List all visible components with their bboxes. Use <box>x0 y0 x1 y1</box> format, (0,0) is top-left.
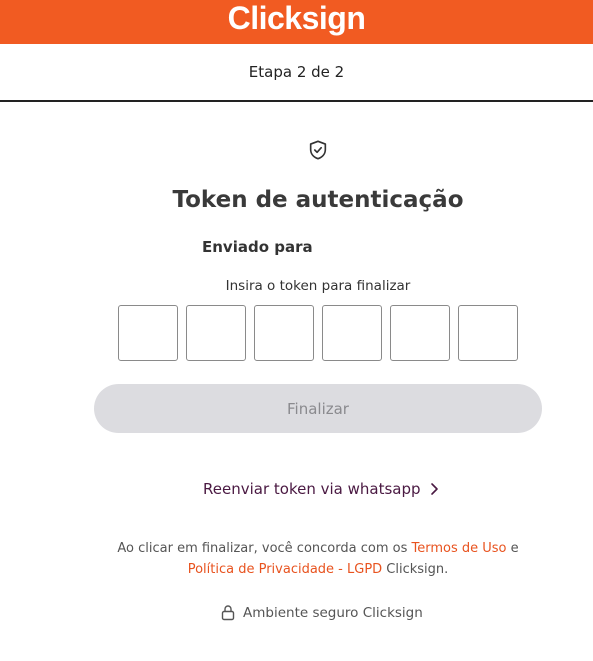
legal-text-3: Clicksign. <box>382 562 449 577</box>
shield-check-icon <box>309 140 327 160</box>
sent-to-label: Enviado para <box>202 238 313 256</box>
privacy-link[interactable]: Política de Privacidade - LGPD <box>188 562 382 577</box>
clicksign-logo: Clicksign <box>227 0 366 36</box>
finish-button[interactable]: Finalizar <box>94 384 542 433</box>
top-bar: Clicksign <box>0 0 593 44</box>
resend-token-label: Reenviar token via whatsapp <box>203 480 421 498</box>
token-digit-6[interactable] <box>458 305 518 361</box>
token-digit-1[interactable] <box>118 305 178 361</box>
resend-token-link[interactable]: Reenviar token via whatsapp <box>203 480 439 498</box>
chevron-right-icon <box>430 483 438 495</box>
step-indicator: Etapa 2 de 2 <box>0 44 593 102</box>
secure-environment-note: Ambiente seguro Clicksign <box>221 604 423 621</box>
legal-text-1: Ao clicar em finalizar, você concorda co… <box>117 541 412 556</box>
secure-label: Ambiente seguro Clicksign <box>243 604 423 621</box>
token-instruction: Insira o token para finalizar <box>225 278 411 294</box>
token-digit-4[interactable] <box>322 305 382 361</box>
lock-icon <box>221 605 235 621</box>
legal-text-2: e <box>506 541 519 556</box>
token-input-group <box>118 305 518 361</box>
token-digit-2[interactable] <box>186 305 246 361</box>
token-digit-3[interactable] <box>254 305 314 361</box>
terms-link[interactable]: Termos de Uso <box>411 541 506 556</box>
legal-notice: Ao clicar em finalizar, você concorda co… <box>0 538 593 580</box>
token-digit-5[interactable] <box>390 305 450 361</box>
page-title: Token de autenticação <box>172 187 464 213</box>
